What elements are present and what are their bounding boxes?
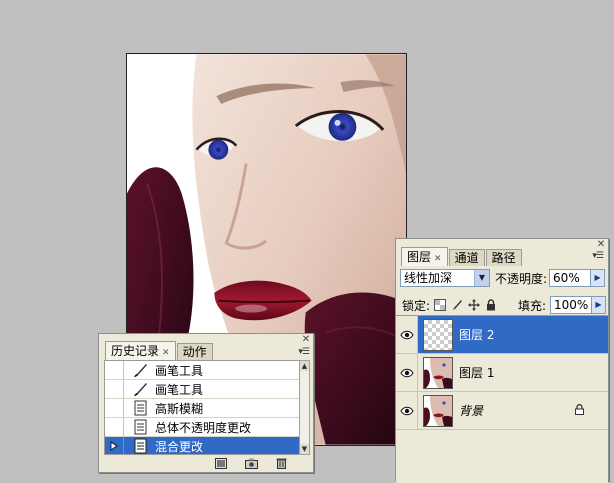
layer-content: 图层 2 (418, 316, 608, 353)
tab-history[interactable]: 历史记录 ✕ (105, 341, 176, 360)
fill-label: 填充: (517, 298, 546, 313)
document-icon (132, 399, 150, 417)
fill-input[interactable]: 100% (550, 296, 592, 314)
history-list: 画笔工具 画笔工具 高斯模糊 总体不透明度更改 混合更改 (104, 360, 304, 455)
opacity-label: 不透明度: (495, 271, 548, 286)
lock-position-icon[interactable] (467, 298, 481, 312)
blend-row: 线性加深 ▼ 不透明度: 60% ▶ (400, 269, 606, 287)
lock-image-pixels-icon[interactable] (450, 298, 464, 312)
brush-icon (132, 380, 150, 398)
new-document-from-state-icon[interactable] (214, 457, 228, 469)
history-scrollbar[interactable]: ▲ ▼ (299, 360, 310, 455)
layer-content: 背景 (418, 392, 608, 429)
scroll-up-icon[interactable]: ▲ (300, 361, 309, 371)
lock-row: 锁定: 填充: 100% ▶ (402, 296, 606, 314)
history-source-checkbox[interactable] (105, 361, 124, 379)
panel-menu-icon[interactable]: ▾☰ (592, 251, 604, 261)
camera-snapshot-icon[interactable] (244, 457, 258, 469)
layer-name: 图层 2 (459, 328, 495, 342)
layer-content: 图层 1 (418, 354, 608, 391)
transparent-thumbnail (423, 318, 453, 351)
blend-mode-select[interactable]: 线性加深 ▼ (400, 269, 490, 287)
history-item[interactable]: 画笔工具 (105, 361, 303, 380)
history-item-selected[interactable]: 混合更改 (105, 437, 303, 454)
layer-lock-icon (575, 403, 584, 418)
tab-close-icon[interactable]: ✕ (162, 348, 170, 358)
history-source-checkbox[interactable] (105, 418, 124, 436)
scroll-down-icon[interactable]: ▼ (300, 444, 309, 454)
opacity-slider-arrow-icon[interactable]: ▶ (591, 269, 606, 287)
lock-transparent-pixels-icon[interactable] (433, 298, 447, 312)
panel-menu-icon[interactable]: ▾☰ (298, 347, 310, 357)
layer-row[interactable]: 图层 2 (396, 316, 608, 354)
layer-row[interactable]: 图层 1 (396, 354, 608, 392)
trash-icon[interactable] (274, 457, 288, 469)
tab-actions[interactable]: 动作 (176, 343, 213, 360)
history-source-checkbox[interactable] (105, 399, 124, 417)
document-icon (132, 418, 150, 436)
layers-list: 图层 2 图层 1 背景 (396, 315, 608, 483)
layers-panel: ✕ 图层 ✕ 通道 路径 ▾☰ 线性加深 ▼ 不透明度: 60% ▶ 锁定: 填… (395, 238, 609, 483)
tab-channels[interactable]: 通道 (448, 249, 485, 266)
tab-layers[interactable]: 图层 ✕ (401, 247, 448, 266)
close-icon[interactable]: ✕ (596, 240, 606, 250)
brush-icon (132, 361, 150, 379)
opacity-input[interactable]: 60% (549, 269, 592, 287)
layer-row[interactable]: 背景 (396, 392, 608, 430)
fill-slider-arrow-icon[interactable]: ▶ (592, 296, 606, 314)
eye-icon[interactable] (396, 354, 418, 391)
history-state-slider-icon[interactable] (105, 437, 124, 454)
history-panel: ✕ 历史记录 ✕ 动作 ▾☰ 画笔工具 画笔工具 高斯模糊 总体不透明度更改 混… (98, 333, 314, 473)
chevron-down-icon[interactable]: ▼ (474, 270, 489, 286)
close-icon[interactable]: ✕ (301, 335, 311, 345)
history-item[interactable]: 高斯模糊 (105, 399, 303, 418)
lock-label: 锁定: (402, 298, 431, 313)
history-item[interactable]: 总体不透明度更改 (105, 418, 303, 437)
eye-icon[interactable] (396, 392, 418, 429)
photo-thumbnail (423, 356, 453, 389)
layer-name: 背景 (459, 404, 484, 418)
tab-close-icon[interactable]: ✕ (434, 254, 442, 264)
history-source-checkbox[interactable] (105, 380, 124, 398)
lock-all-icon[interactable] (484, 298, 498, 312)
history-footer (214, 457, 288, 469)
history-tabs: 历史记录 ✕ 动作 (105, 341, 214, 360)
eye-icon[interactable] (396, 316, 418, 353)
layer-name: 图层 1 (459, 366, 495, 380)
document-icon (132, 437, 150, 454)
photo-thumbnail (423, 394, 453, 427)
layers-tabs: 图层 ✕ 通道 路径 (401, 247, 523, 266)
tab-paths[interactable]: 路径 (485, 249, 522, 266)
history-item[interactable]: 画笔工具 (105, 380, 303, 399)
